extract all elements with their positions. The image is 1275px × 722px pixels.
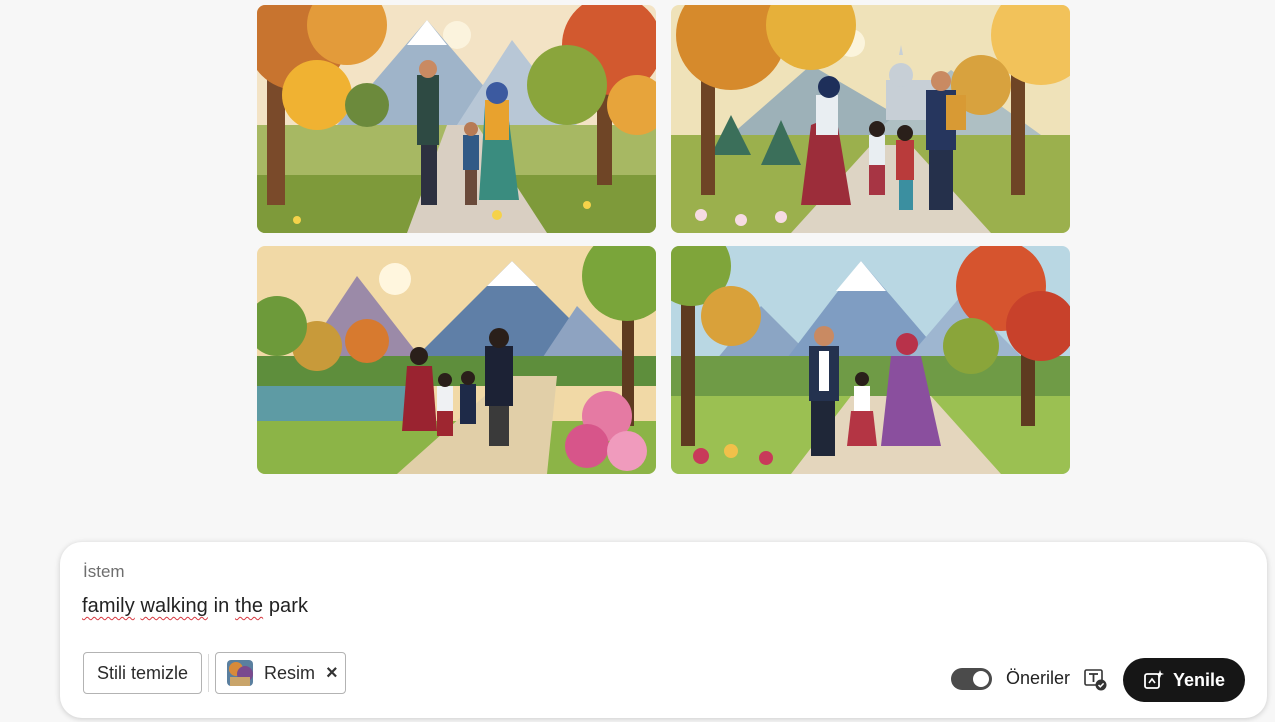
prompt-label: İstem (83, 562, 125, 581)
suggestions-label: Öneriler (1006, 668, 1071, 688)
prompt-input[interactable]: family walking in the park (82, 595, 308, 618)
prompt-word: park (268, 595, 309, 617)
suggestions-toggle[interactable] (951, 668, 992, 690)
image-style-label: Resim (264, 662, 316, 683)
regenerate-label: Yenile (1172, 669, 1226, 690)
image-style-chip[interactable]: Resim × (215, 652, 346, 694)
style-thumbnail-icon (227, 660, 253, 686)
prompt-word: walking (140, 595, 208, 617)
app-stage: İstem family walking in the park Stili t… (0, 0, 1275, 722)
generated-image-4[interactable] (671, 246, 1070, 474)
regenerate-button[interactable]: Yenile (1123, 658, 1245, 702)
prompt-word: the (235, 595, 264, 617)
regenerate-sparkle-icon (1144, 670, 1164, 689)
prompt-panel: İstem family walking in the park Stili t… (60, 542, 1267, 718)
prompt-word: in (213, 595, 230, 617)
prompt-word: family (82, 595, 135, 617)
clear-style-button[interactable]: Stili temizle (83, 652, 202, 694)
chip-divider (208, 654, 209, 692)
generated-image-2[interactable] (671, 5, 1070, 233)
clear-style-label: Stili temizle (96, 662, 189, 683)
toggle-knob (973, 671, 989, 687)
generated-image-3[interactable] (257, 246, 656, 474)
text-check-icon[interactable] (1083, 668, 1107, 692)
close-icon[interactable]: × (326, 663, 338, 683)
generated-image-1[interactable] (257, 5, 656, 233)
